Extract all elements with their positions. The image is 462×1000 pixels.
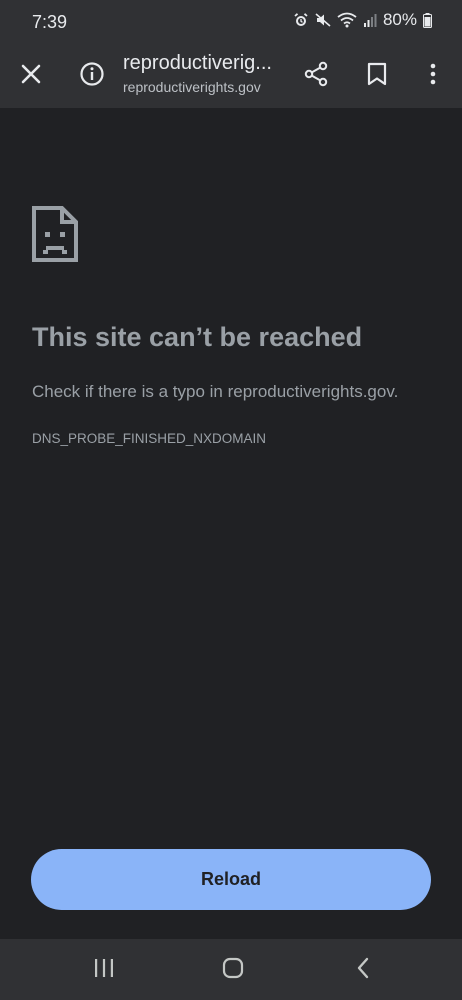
status-bar: 7:39 80% [0,0,462,44]
more-icon [429,62,437,91]
home-icon [222,957,244,984]
url-bar[interactable]: reproductiverig... reproductiverights.go… [123,50,288,97]
sad-document-icon [32,206,78,262]
close-tab-button[interactable] [9,54,53,98]
reload-button[interactable]: Reload [31,849,431,910]
status-time: 7:39 [32,12,68,32]
site-info-button[interactable] [70,54,114,98]
back-button[interactable] [343,953,383,987]
url-domain: reproductiverights.gov [123,79,261,95]
battery-percent: 80% [382,10,417,29]
home-button[interactable] [213,953,253,987]
share-button[interactable] [294,54,338,98]
battery-icon [423,12,432,28]
recent-apps-icon [93,958,115,983]
recent-apps-button[interactable] [84,953,124,987]
wifi-icon [337,12,357,28]
more-options-button[interactable] [411,54,455,98]
error-description: Check if there is a typo in reproductive… [32,382,399,401]
alarm-icon [293,12,309,28]
reload-label: Reload [200,869,261,889]
back-icon [355,957,371,984]
info-icon [79,61,105,92]
close-icon [20,63,42,90]
browser-toolbar: reproductiverig... reproductiverights.go… [0,44,462,108]
signal-icon [363,12,377,28]
error-title: This site can’t be reached [32,322,363,352]
bookmark-icon [366,62,388,91]
bookmark-button[interactable] [355,54,399,98]
browser-screen: 7:39 80% reproductiverig... reproductive… [0,0,462,1000]
error-code: DNS_PROBE_FINISHED_NXDOMAIN [32,431,267,446]
mute-icon [315,12,331,28]
status-icons: 80% [293,10,432,30]
url-title: reproductiverig... [123,52,272,74]
share-icon [303,61,329,92]
system-nav-bar [0,939,462,1000]
